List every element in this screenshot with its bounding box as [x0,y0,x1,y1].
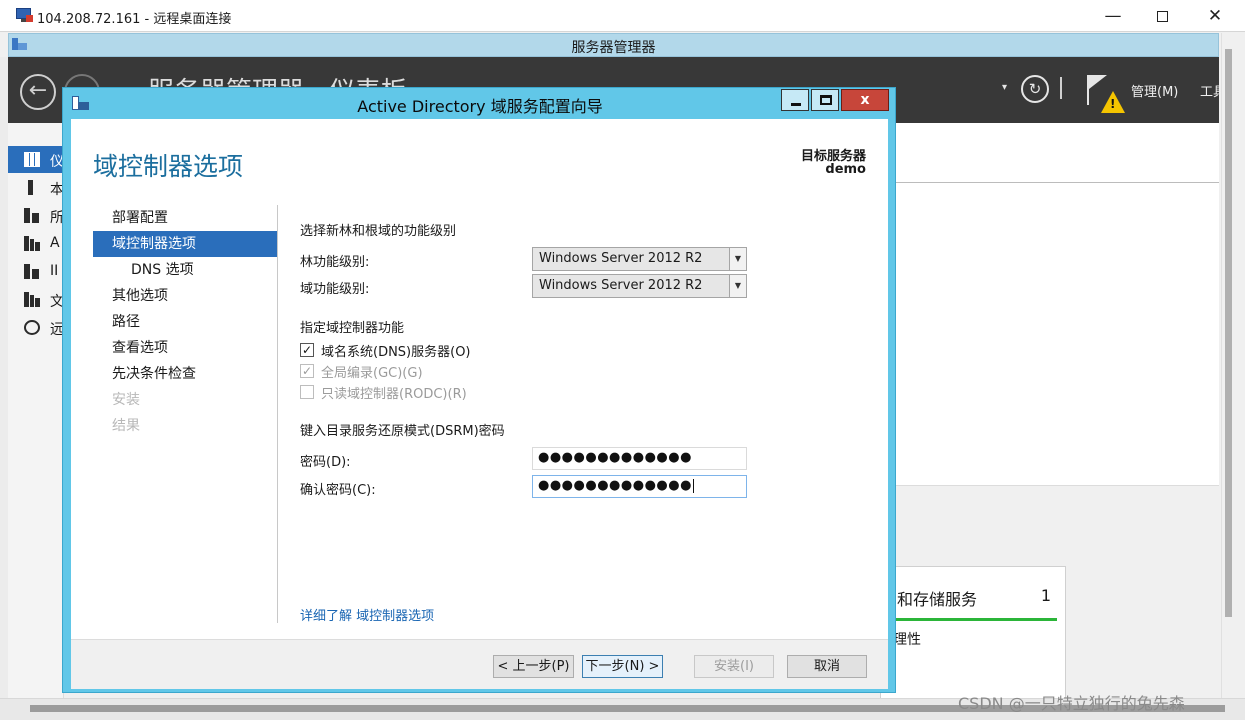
forest-level-value: Windows Server 2012 R2 [539,251,703,266]
text-caret [692,478,694,493]
wizard-body: 域控制器选项 目标服务器 demo 部署配置 域控制器选项 DNS 选项 其他选… [71,119,888,639]
domain-level-select[interactable]: Windows Server 2012 R2 ▼ [532,274,747,298]
wizard-footer: < 上一步(P) 下一步(N) > 安装(I) 取消 [71,639,888,689]
back-button[interactable]: ← [20,74,56,110]
forest-level-label: 林功能级别: [300,255,370,270]
close-icon: x [860,92,870,108]
sidebar-item-remote[interactable]: 远 [8,314,64,341]
file-services-icon [24,292,40,307]
refresh-button[interactable]: ↻ [1021,75,1049,103]
notifications-flag-icon[interactable]: ! [1085,71,1125,113]
next-button[interactable]: 下一步(N) > [582,655,663,678]
step-paths[interactable]: 路径 [93,309,277,335]
confirm-password-label: 确认密码(C): [300,483,376,498]
tile-count: 1 [1040,586,1051,605]
domain-level-label: 域功能级别: [300,282,370,297]
forest-level-select[interactable]: Windows Server 2012 R2 ▼ [532,247,747,271]
sidebar-item-label: II [50,263,59,279]
step-installation: 安装 [112,392,140,408]
checkbox-checked-icon[interactable]: ✓ [300,343,314,357]
sm-left-edge [0,57,8,707]
maximize-icon [820,95,832,105]
checkbox-unchecked-icon [300,385,314,399]
chevron-down-icon[interactable]: ▼ [729,248,746,270]
step-additional-options[interactable]: 其他选项 [93,283,277,309]
refresh-icon: ↻ [1028,80,1042,98]
watermark: CSDN @一只特立独行的兔先森 [958,694,1185,713]
sm-sidebar: 仪 本 所 A II 文 远 [8,123,64,698]
install-button: 安装(I) [694,655,774,678]
vertical-scrollbar[interactable] [1221,33,1234,698]
tile-subitem[interactable]: 理性 [893,629,921,649]
sm-titlebar: 服务器管理器 [8,33,1219,57]
step-review-options[interactable]: 查看选项 [93,335,277,361]
dsrm-section: 键入目录服务还原模式(DSRM)密码 [300,424,505,439]
wizard-title: Active Directory 域服务配置向导 [357,97,603,116]
maximize-icon [1156,10,1168,22]
rdp-maximize-button[interactable] [1136,0,1188,32]
functional-level-section: 选择新林和根域的功能级别 [300,224,457,239]
chevron-down-icon[interactable]: ▼ [729,275,746,297]
step-results: 结果 [112,418,140,434]
previous-button[interactable]: < 上一步(P) [493,655,574,678]
sidebar-item-ad-ds[interactable]: A [8,230,64,257]
refresh-dropdown-icon[interactable]: ▾ [1002,82,1007,93]
ad-ds-icon [24,236,40,251]
minimize-icon [791,103,801,106]
role-tile-file-storage[interactable]: 和存储服务 1 理性 [880,566,1066,706]
target-server-name: demo [825,162,866,177]
sidebar-item-iis[interactable]: II [8,258,64,285]
rodc-label: 只读域控制器(RODC)(R) [321,387,467,402]
wizard-close-button[interactable]: x [841,89,889,111]
back-arrow-icon: ← [28,78,48,103]
wizard-minimize-button[interactable] [781,89,809,111]
confirm-password-field[interactable]: ●●●●●●●●●●●●● [532,475,747,498]
step-dc-options[interactable]: 域控制器选项 [93,231,277,257]
wizard-maximize-button[interactable] [811,89,839,111]
checkbox-checked-icon: ✓ [300,364,314,378]
step-prerequisites-check[interactable]: 先决条件检查 [93,361,277,387]
wizard-steps: 部署配置 域控制器选项 DNS 选项 其他选项 路径 查看选项 先决条件检查 安… [93,205,277,439]
dashboard-icon [24,152,40,167]
steps-divider [277,205,278,623]
rdp-minimize-button[interactable]: — [1087,0,1139,32]
iis-icon [24,264,40,279]
dc-capabilities-section: 指定域控制器功能 [300,321,405,336]
header-separator [1060,77,1062,99]
rdp-titlebar: 104.208.72.161 - 远程桌面连接 — ✕ [0,0,1245,32]
sidebar-item-all-servers[interactable]: 所 [8,202,64,229]
content-divider [896,182,1219,183]
menu-manage[interactable]: 管理(M) [1131,81,1178,100]
password-label: 密码(D): [300,455,351,470]
minimize-icon: — [1104,6,1122,26]
tile-status-bar [893,618,1057,621]
password-field[interactable]: ●●●●●●●●●●●●● [532,447,747,470]
remote-desktop-icon [16,8,34,24]
local-server-icon [28,180,33,195]
remote-icon [24,320,40,335]
cancel-button[interactable]: 取消 [787,655,867,678]
ad-ds-config-wizard: Active Directory 域服务配置向导 x 域控制器选项 目标服务器 … [62,87,896,693]
sidebar-item-file-services[interactable]: 文 [8,286,64,313]
rdp-window-title: 104.208.72.161 - 远程桌面连接 [37,12,232,27]
sidebar-item-label: A [50,235,60,251]
dns-server-label: 域名系统(DNS)服务器(O) [321,345,471,360]
step-dns-options[interactable]: DNS 选项 [93,257,277,283]
close-icon: ✕ [1207,6,1223,26]
global-catalog-label: 全局编录(GC)(G) [321,366,423,381]
step-deployment-config[interactable]: 部署配置 [93,205,277,231]
rdp-close-button[interactable]: ✕ [1189,0,1241,32]
page-title: 域控制器选项 [93,152,244,181]
sidebar-item-dashboard[interactable]: 仪 [8,146,64,173]
sm-window-title: 服务器管理器 [571,40,656,56]
domain-level-value: Windows Server 2012 R2 [539,278,703,293]
tile-title: 和存储服务 [897,590,978,609]
learn-more-link[interactable]: 详细了解 域控制器选项 [300,605,434,624]
scrollbar-thumb[interactable] [1225,49,1232,617]
sidebar-item-local-server[interactable]: 本 [8,174,64,201]
all-servers-icon [24,208,40,223]
confirm-password-value: ●●●●●●●●●●●●● [538,478,692,493]
password-value: ●●●●●●●●●●●●● [538,450,692,465]
